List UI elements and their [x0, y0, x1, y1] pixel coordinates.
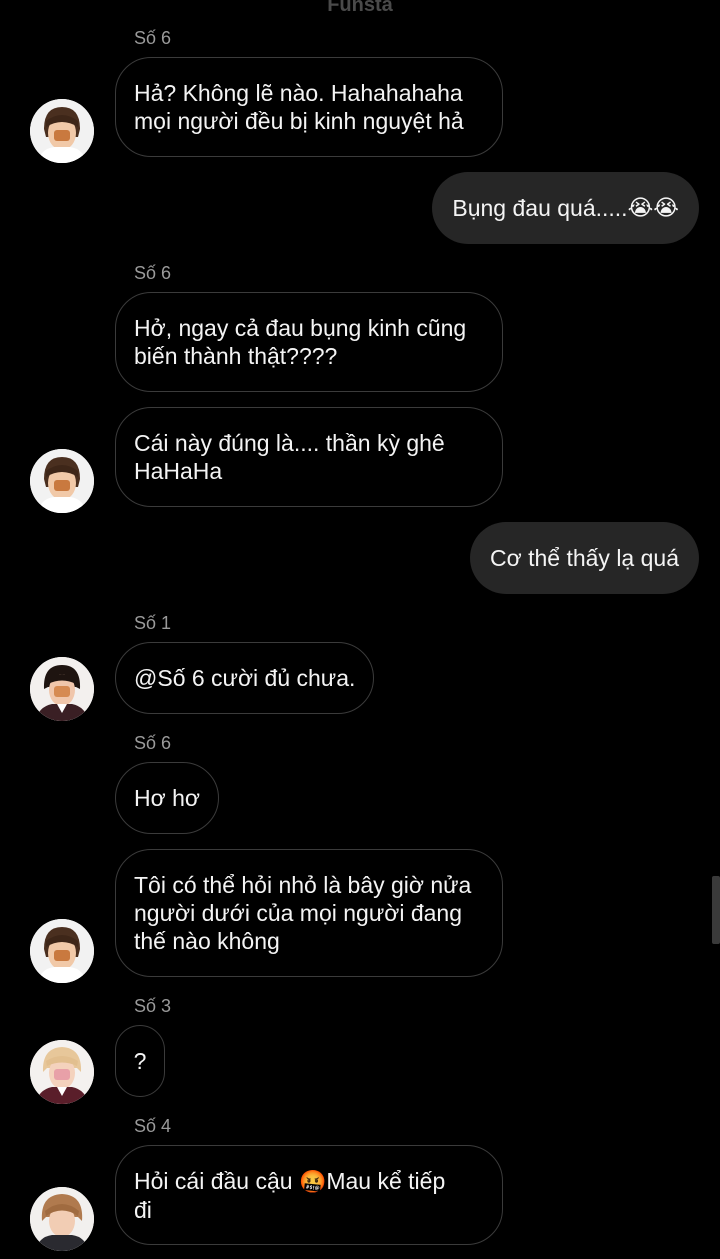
avatar-image [30, 99, 94, 163]
incoming-message[interactable]: Hơ hơ [115, 762, 219, 834]
message-text: Bụng đau quá..... [452, 195, 628, 221]
avatar-so-6[interactable] [30, 919, 94, 983]
scrollbar[interactable] [712, 876, 720, 944]
avatar-so-3[interactable] [30, 1040, 94, 1104]
avatar-so-6[interactable] [30, 449, 94, 513]
message-line: HaHaHa [134, 458, 223, 484]
message-line: thế nào không [134, 928, 280, 954]
sender-name: Số 3 [134, 996, 172, 1016]
message-text: Mau kể tiếp [326, 1167, 446, 1194]
avatar-image [30, 1187, 94, 1251]
message-line: mọi người đều bị kinh nguyệt hả [134, 108, 464, 134]
outgoing-message[interactable]: Bụng đau quá..... 😭😭 [432, 172, 699, 244]
sender-name: Số 6 [134, 263, 172, 283]
message-line: Hở, ngay cả đau bụng kinh cũng [134, 315, 467, 341]
chat-title: Funsta [327, 0, 393, 16]
avatar-so-1[interactable] [30, 657, 94, 721]
incoming-message[interactable]: Hỏi cái đầu cậu 🤬Mau kể tiếp đi [115, 1145, 503, 1245]
incoming-message[interactable]: Hở, ngay cả đau bụng kinh cũng biến thàn… [115, 292, 503, 392]
message-line: người dưới của mọi người đang [134, 900, 462, 926]
message-line: biến thành thật???? [134, 343, 338, 369]
message-text: Hơ hơ [134, 785, 200, 811]
sender-name: Số 4 [134, 1116, 172, 1136]
message-text: @Số 6 cười đủ chưa. [134, 665, 356, 691]
message-text: ? [133, 1048, 147, 1074]
message-line: Tôi có thể hỏi nhỏ là bây giờ nửa [134, 872, 472, 898]
avatar-image [30, 657, 94, 721]
message-line: Cái này đúng là.... thần kỳ ghê [134, 430, 445, 456]
incoming-message[interactable]: Cái này đúng là.... thần kỳ ghê HaHaHa [115, 407, 503, 507]
avatar-so-4[interactable] [30, 1187, 94, 1251]
incoming-message[interactable]: Tôi có thể hỏi nhỏ là bây giờ nửa người … [115, 849, 503, 977]
avatar-image [30, 1040, 94, 1104]
sender-name: Số 6 [134, 28, 172, 48]
angry-face-icon: 🤬 [298, 1168, 327, 1194]
avatar-so-6[interactable] [30, 99, 94, 163]
incoming-message[interactable]: ? [115, 1025, 165, 1097]
message-line: Hả? Không lẽ nào. Hahahahaha [134, 80, 463, 106]
sender-name: Số 1 [134, 613, 172, 633]
incoming-message[interactable]: Hả? Không lẽ nào. Hahahahaha mọi người đ… [115, 57, 503, 157]
outgoing-message[interactable]: Cơ thể thấy lạ quá [470, 522, 699, 594]
incoming-message[interactable]: @Số 6 cười đủ chưa. [115, 642, 375, 714]
message-text: Cơ thể thấy lạ quá [490, 545, 679, 571]
avatar-image [30, 919, 94, 983]
message-text: Hỏi cái đầu cậu [134, 1167, 299, 1194]
message-line: đi [134, 1196, 152, 1223]
avatar-image [30, 449, 94, 513]
crying-emoji-icon: 😭😭 [627, 195, 679, 220]
sender-name: Số 6 [134, 733, 172, 753]
message-line: Hỏi cái đầu cậu 🤬Mau kể tiếp [134, 1167, 445, 1196]
